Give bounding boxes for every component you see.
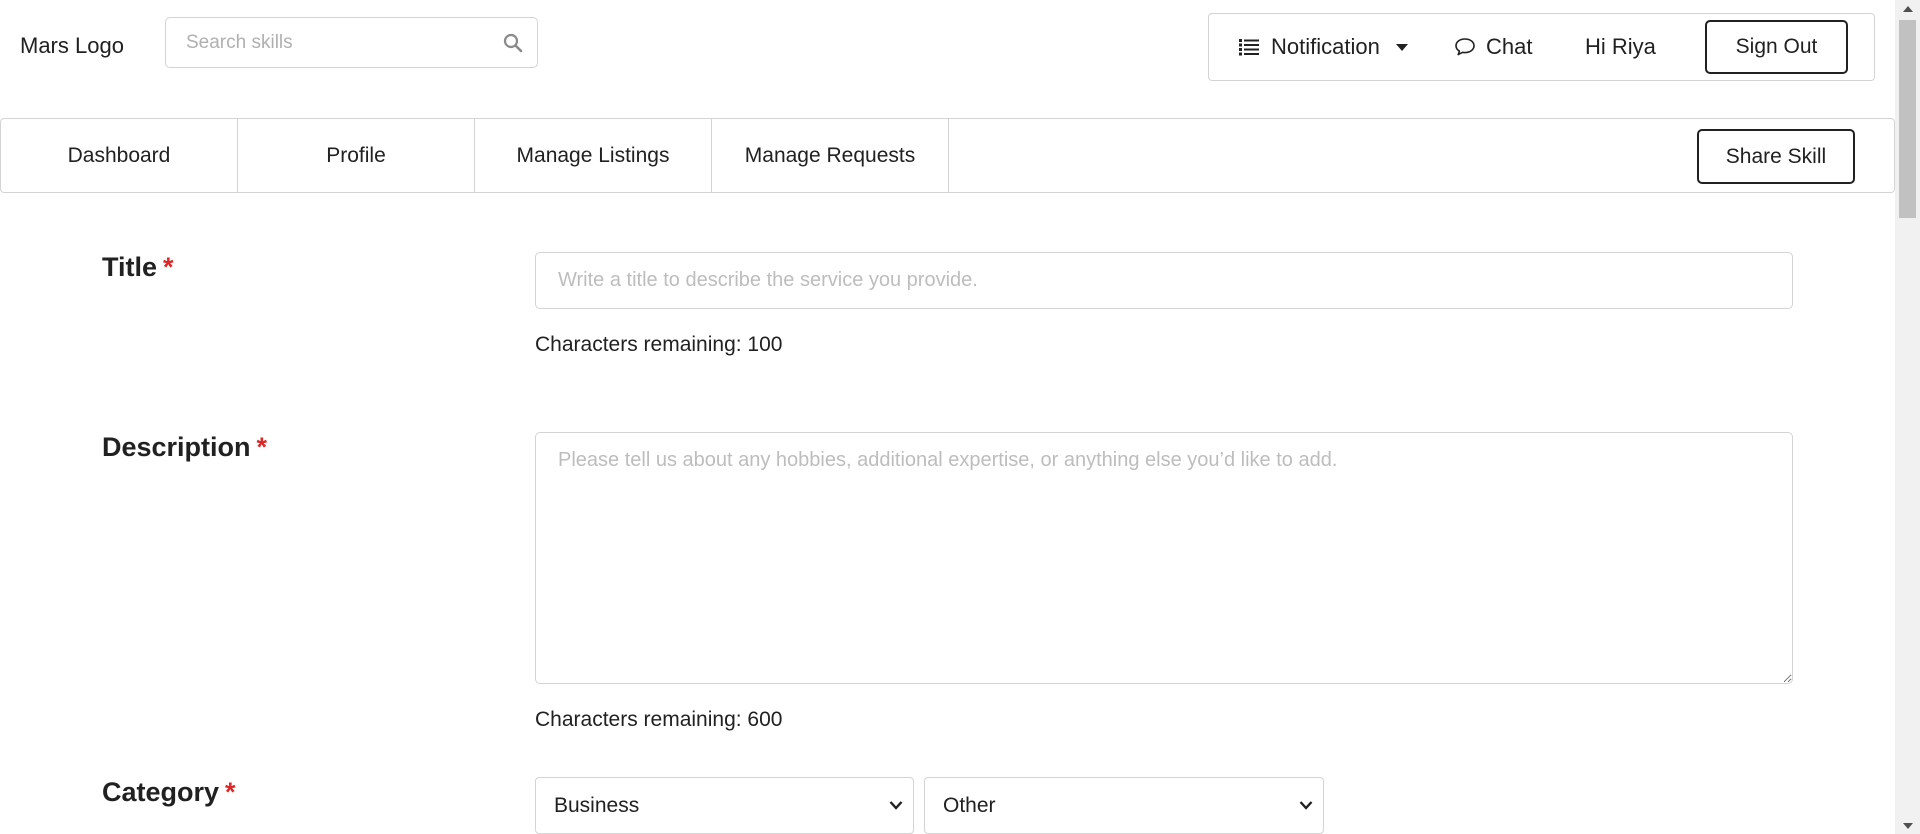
top-menu: Notification Chat Hi Riya Sign Out [1208,13,1875,81]
tab-manage-requests[interactable]: Manage Requests [712,119,949,192]
scrollbar-thumb[interactable] [1899,20,1916,218]
required-marker: * [256,432,268,462]
page: Mars Logo Notification [0,0,1920,834]
required-marker: * [225,777,236,807]
category-select-value: Business [554,793,640,817]
description-textarea[interactable] [535,432,1793,684]
chevron-down-icon [1299,801,1313,810]
search-box [165,17,538,68]
subcategory-select-value: Other [943,793,996,817]
tab-manage-listings[interactable]: Manage Listings [475,119,712,192]
scroll-down-arrow-icon[interactable] [1895,817,1920,834]
chat-link[interactable]: Chat [1454,14,1532,80]
notification-dropdown[interactable]: Notification [1239,14,1408,80]
main-tab-bar: Dashboard Profile Manage Listings Manage… [0,118,1895,193]
sign-out-button[interactable]: Sign Out [1705,20,1848,74]
scroll-up-arrow-icon[interactable] [1895,0,1920,17]
search-input[interactable] [166,18,486,67]
category-select[interactable]: Business [535,777,914,834]
mars-logo[interactable]: Mars Logo [20,33,124,59]
required-marker: * [163,252,174,282]
notification-label: Notification [1271,34,1380,59]
title-label: Title * [102,252,174,283]
search-icon[interactable] [503,33,523,53]
chevron-down-icon [889,801,903,810]
description-label: Description * [102,432,267,463]
category-label-text: Category [102,777,220,807]
user-greeting: Hi Riya [1585,34,1656,59]
chat-bubble-icon [1455,38,1475,56]
description-label-text: Description [102,432,251,462]
category-label: Category * [102,777,236,808]
page-scrollbar[interactable] [1895,0,1920,834]
title-label-text: Title [102,252,158,282]
title-input[interactable] [535,252,1793,309]
tab-profile[interactable]: Profile [238,119,475,192]
list-icon [1239,39,1259,56]
tab-dashboard[interactable]: Dashboard [1,119,238,192]
caret-down-icon [1395,43,1408,51]
title-characters-remaining: Characters remaining: 100 [535,333,783,356]
description-characters-remaining: Characters remaining: 600 [535,708,783,731]
share-skill-button[interactable]: Share Skill [1697,129,1855,184]
subcategory-select[interactable]: Other [924,777,1324,834]
chat-label: Chat [1486,34,1533,59]
